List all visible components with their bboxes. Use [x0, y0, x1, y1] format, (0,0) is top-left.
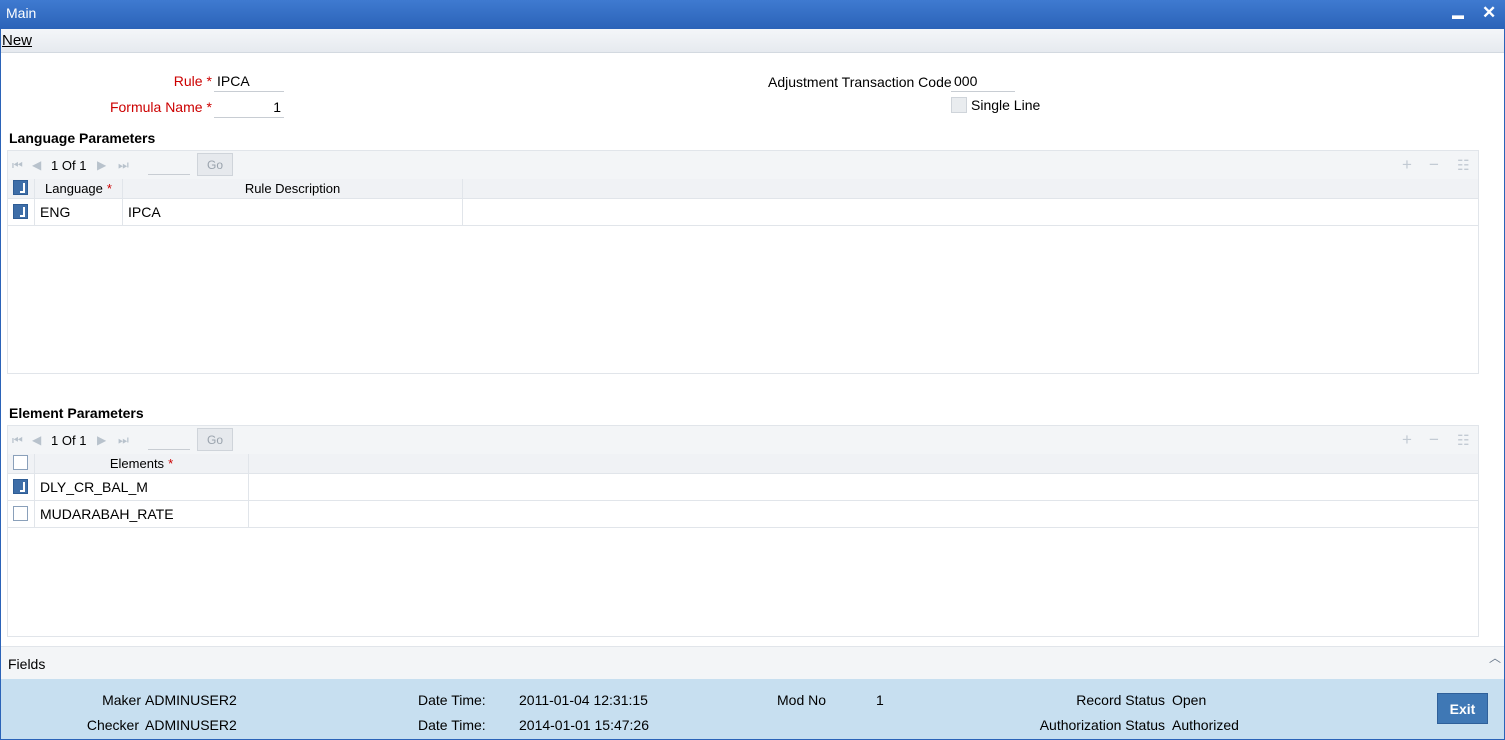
- page-number-input[interactable]: [148, 154, 190, 175]
- language-header: Language *: [35, 179, 123, 199]
- select-all-checkbox[interactable]: [13, 455, 28, 470]
- rule-label-text: Rule: [173, 73, 203, 89]
- close-icon[interactable]: ✕: [1482, 3, 1496, 23]
- minimize-icon[interactable]: ▬: [1452, 8, 1464, 22]
- page-info: 1 Of 1: [51, 433, 86, 448]
- required-mark: *: [106, 181, 112, 196]
- select-all-cell: [8, 179, 35, 199]
- element-cell[interactable]: MUDARABAH_RATE: [35, 501, 249, 527]
- record-status-label: Record Status: [1076, 692, 1165, 708]
- fields-bar[interactable]: Fields ︿: [1, 646, 1504, 679]
- row-select-cell: [8, 474, 35, 500]
- first-page-icon[interactable]: ⏮: [12, 158, 23, 173]
- table-row[interactable]: ENG IPCA: [8, 199, 1478, 226]
- language-cell[interactable]: ENG: [35, 199, 123, 225]
- required-mark: *: [206, 99, 212, 115]
- row-checkbox[interactable]: [13, 479, 28, 494]
- required-mark: *: [168, 456, 174, 471]
- rule-label: Rule *: [100, 73, 212, 89]
- formula-name-label: Formula Name *: [80, 99, 212, 115]
- adjustment-code-label: Adjustment Transaction Code: [768, 74, 952, 90]
- window-titlebar: Main ▬ ✕: [0, 0, 1505, 29]
- checker-value: ADMINUSER2: [145, 717, 237, 733]
- rule-description-header: Rule Description: [123, 179, 463, 199]
- page-of: Of: [61, 433, 76, 448]
- add-row-icon[interactable]: +: [1402, 155, 1412, 175]
- elements-header: Elements *: [35, 454, 249, 474]
- delete-row-icon[interactable]: −: [1429, 155, 1439, 175]
- element-pager: ⏮ ◀ 1 Of 1 ▶ ⏭ Go + − ☷: [8, 426, 1478, 454]
- row-checkbox[interactable]: [13, 506, 28, 521]
- mod-no-value: 1: [876, 692, 884, 708]
- last-page-icon[interactable]: ⏭: [118, 433, 129, 448]
- page-total: 1: [79, 158, 87, 173]
- single-view-icon[interactable]: ☷: [1457, 157, 1470, 174]
- table-row[interactable]: DLY_CR_BAL_M: [8, 474, 1478, 501]
- element-cell[interactable]: DLY_CR_BAL_M: [35, 474, 249, 500]
- prev-page-icon[interactable]: ◀: [32, 158, 41, 172]
- rule-description-cell[interactable]: IPCA: [123, 199, 463, 225]
- authorization-status-value: Authorized: [1172, 717, 1239, 733]
- page-info: 1 Of 1: [51, 158, 86, 173]
- new-menu-item[interactable]: New: [2, 32, 32, 49]
- table-row[interactable]: MUDARABAH_RATE: [8, 501, 1478, 528]
- language-parameters-title: Language Parameters: [9, 130, 156, 146]
- checker-datetime-label: Date Time:: [418, 717, 486, 733]
- page-total: 1: [79, 433, 87, 448]
- maker-value: ADMINUSER2: [145, 692, 237, 708]
- page-current: 1: [51, 433, 59, 448]
- first-page-icon[interactable]: ⏮: [12, 433, 23, 448]
- mod-no-label: Mod No: [777, 692, 827, 708]
- row-select-cell: [8, 501, 35, 527]
- record-status-value: Open: [1172, 692, 1207, 708]
- formula-name-input[interactable]: [214, 96, 284, 118]
- rule-input[interactable]: [214, 70, 284, 92]
- next-page-icon[interactable]: ▶: [97, 433, 106, 447]
- single-line-label: Single Line: [971, 97, 1041, 113]
- formula-name-label-text: Formula Name: [109, 99, 203, 115]
- checker-datetime-value: 2014-01-01 15:47:26: [519, 717, 649, 733]
- language-header-text: Language: [45, 181, 103, 196]
- language-table-header: Language * Rule Description: [8, 179, 1478, 199]
- maker-label: Maker: [102, 692, 141, 708]
- single-line-checkbox[interactable]: [951, 97, 967, 113]
- last-page-icon[interactable]: ⏭: [118, 158, 129, 173]
- page-current: 1: [51, 158, 59, 173]
- add-row-icon[interactable]: +: [1402, 430, 1412, 450]
- select-all-checkbox[interactable]: [13, 180, 28, 195]
- maker-datetime-label: Date Time:: [418, 692, 486, 708]
- go-button[interactable]: Go: [197, 428, 233, 451]
- prev-page-icon[interactable]: ◀: [32, 433, 41, 447]
- delete-row-icon[interactable]: −: [1429, 430, 1439, 450]
- elements-header-text: Elements: [109, 456, 165, 471]
- next-page-icon[interactable]: ▶: [97, 158, 106, 172]
- page-of: Of: [61, 158, 76, 173]
- language-pager: ⏮ ◀ 1 Of 1 ▶ ⏭ Go + − ☷: [8, 151, 1478, 179]
- row-select-cell: [8, 199, 35, 225]
- element-parameters-title: Element Parameters: [9, 405, 144, 421]
- language-parameters-grid: ⏮ ◀ 1 Of 1 ▶ ⏭ Go + − ☷ Language * Rule D…: [7, 150, 1479, 374]
- exit-button[interactable]: Exit: [1437, 693, 1488, 724]
- checker-label: Checker: [86, 717, 139, 733]
- element-parameters-grid: ⏮ ◀ 1 Of 1 ▶ ⏭ Go + − ☷ Elements * DLY_CR…: [7, 425, 1479, 637]
- authorization-status-label: Authorization Status: [1039, 717, 1165, 733]
- go-button[interactable]: Go: [197, 153, 233, 176]
- fields-label: Fields: [8, 656, 46, 672]
- page-number-input[interactable]: [148, 429, 190, 450]
- adjustment-code-input[interactable]: [951, 70, 1015, 92]
- menu-bar: New: [1, 29, 1504, 53]
- required-mark: *: [206, 73, 212, 89]
- row-checkbox[interactable]: [13, 204, 28, 219]
- select-all-cell: [8, 454, 35, 474]
- audit-footer: Maker ADMINUSER2 Checker ADMINUSER2 Date…: [1, 679, 1504, 739]
- element-table-header: Elements *: [8, 454, 1478, 474]
- chevron-up-icon[interactable]: ︿: [1489, 649, 1501, 666]
- window-title: Main: [6, 5, 37, 21]
- single-view-icon[interactable]: ☷: [1457, 432, 1470, 449]
- maker-datetime-value: 2011-01-04 12:31:15: [519, 692, 648, 708]
